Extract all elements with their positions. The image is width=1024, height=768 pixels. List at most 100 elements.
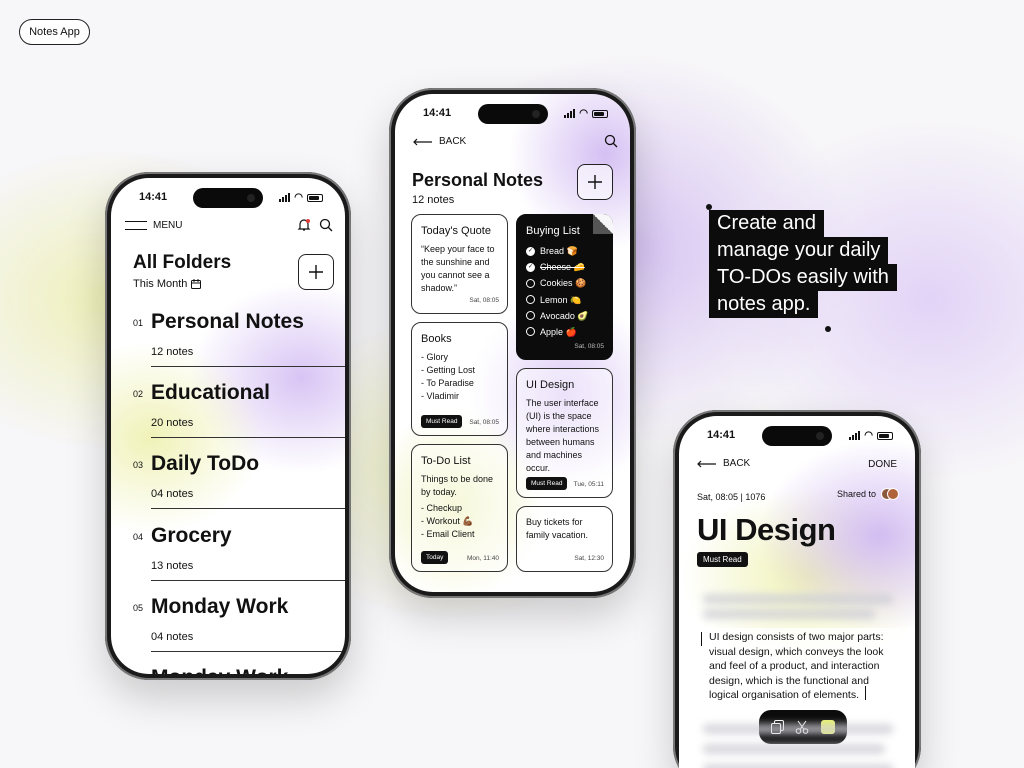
status-bar: 14:41 ◠: [395, 106, 630, 124]
folder-name: Monday Work: [151, 595, 289, 618]
note-card-ui-design[interactable]: UI Design The user interface (UI) is the…: [516, 368, 613, 498]
checklist-item[interactable]: Lemon 🍋: [526, 292, 603, 308]
avatar: [887, 488, 899, 500]
checklist-item[interactable]: ✓ Bread 🍞: [526, 243, 603, 259]
back-label: BACK: [439, 136, 467, 147]
folder-count: 20 notes: [151, 417, 194, 429]
screen-personal-notes: 14:41 ◠ BACK Personal Notes 12 notes Tod…: [395, 94, 630, 592]
folder-number: 05: [133, 603, 144, 613]
plus-icon: [588, 175, 602, 189]
bell-icon[interactable]: [297, 218, 311, 232]
folder-item-peek[interactable]: Monday Work: [111, 662, 345, 674]
divider: [151, 651, 345, 652]
list-item: - Getting Lost: [421, 364, 476, 375]
search-icon[interactable]: [604, 134, 618, 148]
caption-dot: [706, 204, 712, 210]
folder-name: Personal Notes: [151, 310, 304, 333]
folder-item[interactable]: 01 Personal Notes 12 notes: [111, 306, 345, 376]
divider: [151, 508, 345, 509]
checkbox-icon[interactable]: [526, 327, 535, 337]
folder-name: Daily ToDo: [151, 452, 260, 475]
note-body: “Keep your face to the sunshine and you …: [421, 243, 495, 294]
month-filter[interactable]: This Month: [133, 278, 202, 290]
status-time: 14:41: [423, 107, 452, 119]
note-date: Mon, 11:40: [466, 554, 499, 562]
done-button[interactable]: DONE: [868, 459, 897, 470]
note-card-todo[interactable]: To-Do List Things to be done by today. -…: [411, 444, 508, 572]
calendar-icon: [191, 279, 202, 289]
checklist-text: Cheese 🧀: [540, 262, 585, 273]
folder-count: 04 notes: [151, 488, 194, 500]
checklist-item[interactable]: Apple 🍎: [526, 324, 603, 340]
signal-icon: [279, 193, 291, 202]
battery-icon: [307, 193, 323, 202]
screen-all-folders: 14:41 ◠ MENU All Folders This Month 01 P…: [111, 178, 345, 674]
phone-all-folders: 14:41 ◠ MENU All Folders This Month 01 P…: [105, 172, 351, 680]
note-date: Sat, 08:05: [469, 296, 499, 304]
note-card-books[interactable]: Books - Glory - Getting Lost - To Paradi…: [411, 322, 508, 436]
checkbox-checked-icon[interactable]: ✓: [526, 262, 535, 272]
back-button[interactable]: BACK: [413, 136, 466, 147]
status-bar: 14:41 ◠: [679, 428, 915, 446]
folder-name: Grocery: [151, 524, 232, 547]
battery-icon: [877, 431, 893, 440]
marketing-caption: Create and manage your daily TO-DOs easi…: [709, 210, 897, 318]
blurred-text: [703, 724, 893, 734]
checkbox-checked-icon[interactable]: ✓: [526, 246, 535, 256]
folder-count: 13 notes: [151, 560, 194, 572]
status-time: 14:41: [139, 191, 168, 203]
notes-count: 12 notes: [412, 194, 455, 206]
tag-badge: Today: [421, 550, 449, 564]
note-title: UI Design: [697, 512, 836, 547]
list-item: - To Paradise: [421, 378, 474, 389]
page-title: All Folders: [133, 252, 232, 273]
note-card-buying-list[interactable]: Buying List ✓ Bread 🍞 ✓ Cheese 🧀 Cookies 🍪…: [516, 214, 613, 360]
checklist-item[interactable]: Cookies 🍪: [526, 275, 603, 291]
selected-text[interactable]: UI design consists of two major parts: v…: [699, 628, 901, 708]
note-card-tickets[interactable]: Buy tickets for family vacation. Sat, 12…: [516, 506, 613, 572]
status-time: 14:41: [707, 429, 736, 441]
note-title: Books: [421, 333, 452, 345]
caption-line: manage your daily: [709, 237, 889, 264]
wifi-icon: ◠: [864, 430, 873, 441]
folder-item[interactable]: 02 Educational 20 notes: [111, 377, 345, 447]
checklist-item[interactable]: ✓ Cheese 🧀: [526, 259, 603, 275]
selection-start-handle[interactable]: [701, 632, 702, 646]
folder-item[interactable]: 05 Monday Work 04 notes: [111, 591, 345, 661]
menu-button[interactable]: MENU: [125, 220, 182, 231]
folder-item[interactable]: 03 Daily ToDo 04 notes: [111, 448, 345, 518]
tag-badge: Must Read: [526, 476, 568, 490]
plus-icon: [309, 265, 323, 279]
shared-to[interactable]: Shared to: [837, 488, 899, 500]
folder-number: 01: [133, 318, 144, 328]
note-card-quote[interactable]: Today's Quote “Keep your face to the sun…: [411, 214, 508, 314]
note-title: To-Do List: [421, 455, 471, 467]
selection-end-handle[interactable]: [865, 686, 866, 700]
add-folder-button[interactable]: [298, 254, 334, 290]
blurred-text: [703, 594, 893, 604]
note-title: Today's Quote: [421, 225, 491, 237]
caption-line: TO-DOs easily with: [709, 264, 897, 291]
month-filter-label: This Month: [133, 278, 188, 290]
back-button[interactable]: BACK: [697, 458, 750, 469]
folder-name: Monday Work: [151, 666, 288, 674]
search-icon[interactable]: [319, 218, 333, 232]
add-note-button[interactable]: [577, 164, 613, 200]
folder-item[interactable]: 04 Grocery 13 notes: [111, 520, 345, 590]
arrow-left-icon: [697, 460, 716, 467]
note-body: The user interface (UI) is the space whe…: [526, 397, 600, 474]
page-title: Personal Notes: [412, 170, 544, 190]
menu-label: MENU: [153, 220, 183, 231]
caption-line: Create and: [709, 210, 824, 237]
signal-icon: [849, 431, 861, 440]
caption-line: notes app.: [709, 291, 819, 318]
checkbox-icon[interactable]: [526, 311, 535, 321]
screen-note-detail: 14:41 ◠ BACK DONE Sat, 08:05 | 1076 Shar…: [679, 416, 915, 768]
tag-badge: Must Read: [697, 552, 748, 567]
list-item: - Checkup: [421, 503, 463, 514]
checklist-item[interactable]: Avocado 🥑: [526, 308, 603, 324]
battery-icon: [592, 109, 608, 118]
checkbox-icon[interactable]: [526, 278, 535, 288]
checkbox-icon[interactable]: [526, 295, 535, 305]
blurred-text: [703, 764, 893, 768]
